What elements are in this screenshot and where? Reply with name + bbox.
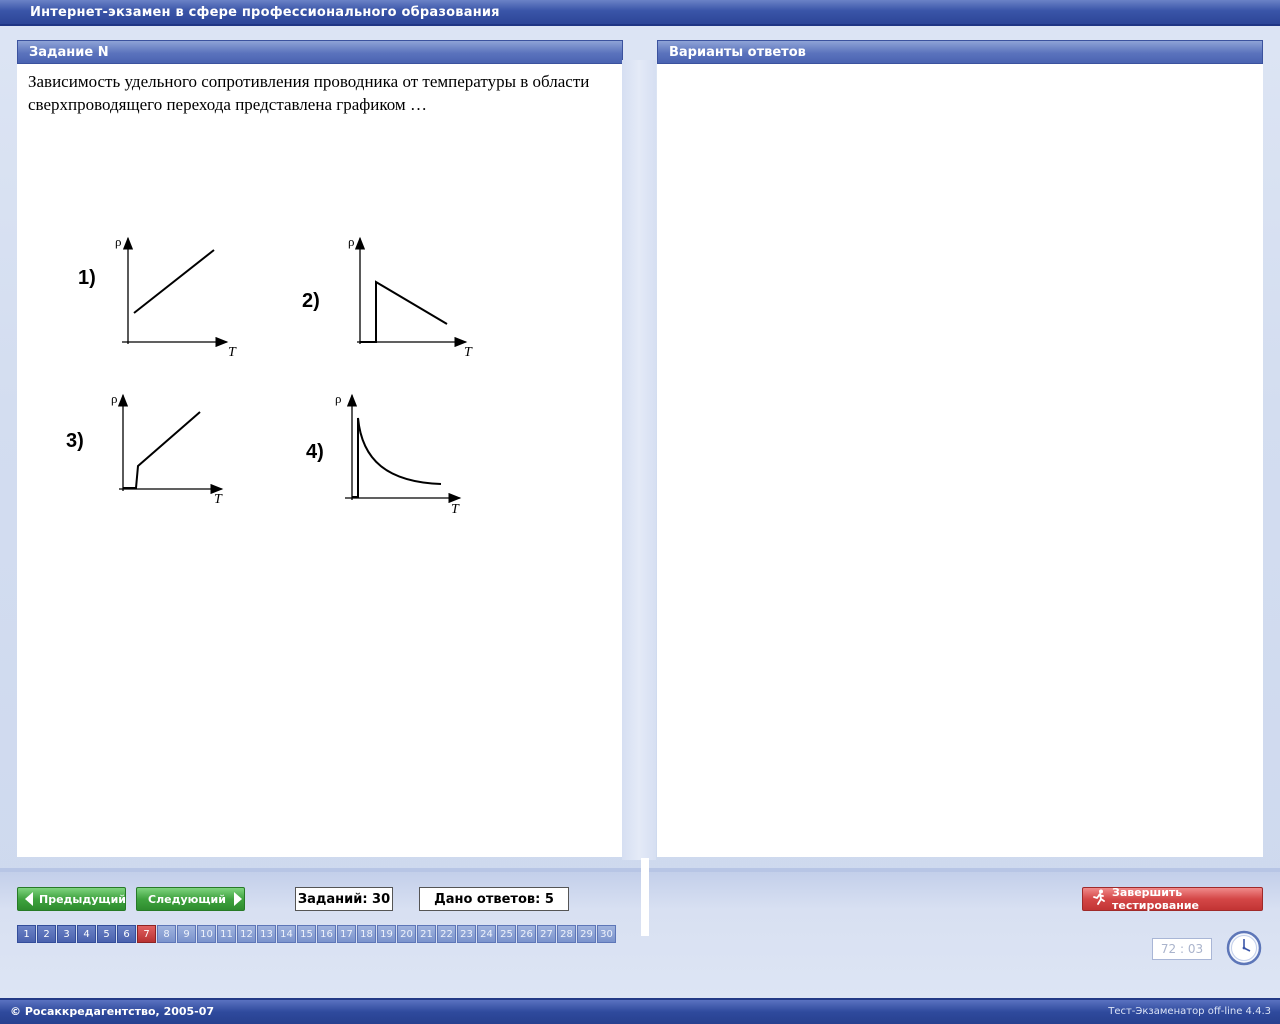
page-button-14[interactable]: 14 xyxy=(277,925,296,943)
panel-divider xyxy=(622,60,656,860)
finish-test-label: Завершить тестирование xyxy=(1112,886,1200,912)
page-button-25[interactable]: 25 xyxy=(497,925,516,943)
version-text: Тест-Экзаменатор off-line 4.4.3 xyxy=(1108,1006,1271,1017)
question-panel-header: Задание N xyxy=(17,40,623,64)
page-button-4[interactable]: 4 xyxy=(77,925,96,943)
page-button-26[interactable]: 26 xyxy=(517,925,536,943)
page-button-20[interactable]: 20 xyxy=(397,925,416,943)
page-button-6[interactable]: 6 xyxy=(117,925,136,943)
graph-4-y-axis: ρ xyxy=(335,391,342,406)
arrow-left-icon xyxy=(25,892,33,906)
page-button-2[interactable]: 2 xyxy=(37,925,56,943)
page-button-22[interactable]: 22 xyxy=(437,925,456,943)
page-button-7[interactable]: 7 xyxy=(137,925,156,943)
arrow-right-icon xyxy=(233,892,242,906)
page-button-5[interactable]: 5 xyxy=(97,925,116,943)
status-bar: © Росаккредагентство, 2005-07 Тест-Экзам… xyxy=(0,998,1280,1024)
graph-2-label: 2) xyxy=(302,290,320,312)
page-button-13[interactable]: 13 xyxy=(257,925,276,943)
graph-3-x-axis: T xyxy=(214,492,223,507)
page-button-30[interactable]: 30 xyxy=(597,925,616,943)
page-button-28[interactable]: 28 xyxy=(557,925,576,943)
graph-4-label: 4) xyxy=(306,441,324,463)
graph-2 xyxy=(354,236,468,348)
graph-1 xyxy=(122,236,229,348)
page-button-9[interactable]: 9 xyxy=(177,925,196,943)
graph-1-x-axis: T xyxy=(228,345,237,360)
graph-3 xyxy=(117,393,224,495)
page-button-3[interactable]: 3 xyxy=(57,925,76,943)
next-button[interactable]: Следующий xyxy=(136,887,245,911)
page-button-27[interactable]: 27 xyxy=(537,925,556,943)
page-button-23[interactable]: 23 xyxy=(457,925,476,943)
graph-2-y-axis: ρ xyxy=(348,234,355,249)
page-button-19[interactable]: 19 xyxy=(377,925,396,943)
answers-given-count: Дано ответов: 5 xyxy=(419,887,569,911)
graph-4-x-axis: T xyxy=(451,502,460,517)
graph-3-y-axis: ρ xyxy=(111,391,118,406)
graph-3-label: 3) xyxy=(66,430,84,452)
answers-panel xyxy=(657,64,1263,857)
graph-1-label: 1) xyxy=(78,267,96,289)
page-button-1[interactable]: 1 xyxy=(17,925,36,943)
page-button-15[interactable]: 15 xyxy=(297,925,316,943)
toolbar-separator xyxy=(641,858,649,936)
copyright-text: © Росаккредагентство, 2005-07 xyxy=(10,1005,215,1018)
tasks-count: Заданий: 30 xyxy=(295,887,393,911)
page-button-10[interactable]: 10 xyxy=(197,925,216,943)
window-title: Интернет-экзамен в сфере профессионально… xyxy=(0,0,1280,26)
timer-display: 72 : 03 xyxy=(1152,938,1212,960)
running-man-icon xyxy=(1091,889,1107,909)
page-button-18[interactable]: 18 xyxy=(357,925,376,943)
graph-1-y-axis: ρ xyxy=(115,234,122,249)
page-button-21[interactable]: 21 xyxy=(417,925,436,943)
graph-2-x-axis: T xyxy=(464,345,473,360)
page-button-29[interactable]: 29 xyxy=(577,925,596,943)
page-button-8[interactable]: 8 xyxy=(157,925,176,943)
graph-4 xyxy=(345,393,462,504)
question-text: Зависимость удельного сопротивления пров… xyxy=(28,72,590,114)
graph-options-figure: 1) 2) 3) 4) ρ ρ ρ ρ T T T T xyxy=(66,234,473,517)
answers-panel-header: Варианты ответов xyxy=(657,40,1263,64)
page-button-12[interactable]: 12 xyxy=(237,925,256,943)
finish-test-button[interactable]: Завершить тестирование xyxy=(1082,886,1263,912)
previous-button[interactable]: Предыдущий xyxy=(17,887,126,911)
previous-button-label: Предыдущий xyxy=(39,892,127,906)
page-button-11[interactable]: 11 xyxy=(217,925,236,943)
next-button-label: Следующий xyxy=(148,892,226,906)
clock-icon xyxy=(1226,930,1262,970)
page-button-16[interactable]: 16 xyxy=(317,925,336,943)
page-button-24[interactable]: 24 xyxy=(477,925,496,943)
question-pager: 1 2 3 4 5 6 7 8 9 10 11 12 13 14 15 16 17 18 19 20 21 22 23 24 2… xyxy=(17,925,617,943)
page-button-17[interactable]: 17 xyxy=(337,925,356,943)
